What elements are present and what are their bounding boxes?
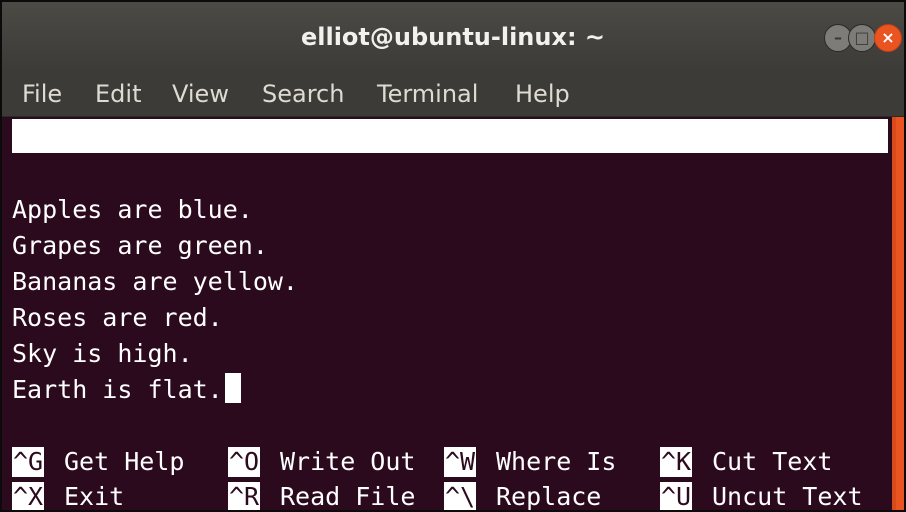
shortcut-where-is: Where Is <box>496 447 617 476</box>
text-cursor <box>224 373 241 403</box>
shortcut-replace: Replace <box>496 482 602 510</box>
text-line: Apples are blue. <box>12 195 253 224</box>
text-line: Grapes are green. <box>12 231 268 260</box>
scrollbar[interactable] <box>892 117 904 510</box>
maximize-button[interactable]: □ <box>848 24 876 52</box>
shortcut-exit: Exit <box>64 482 125 510</box>
text-line: Earth is flat. <box>12 375 223 404</box>
modified-status: Modified <box>714 223 835 252</box>
shortcut-write-out: Write Out <box>280 447 416 476</box>
terminal-area[interactable]: GNU nano 2.9.3 New Buffer Modified Apple… <box>2 117 892 510</box>
shortcut-key-replace: ^\ <box>444 482 477 510</box>
shortcut-read-file: Read File <box>280 482 416 510</box>
buffer-name: New Buffer <box>408 189 559 218</box>
menu-search[interactable]: Search <box>262 78 344 110</box>
menu-file[interactable]: File <box>22 78 62 110</box>
shortcut-key-cut-text: ^K <box>660 447 693 477</box>
shortcut-get-help: Get Help <box>64 447 185 476</box>
close-icon: × <box>881 28 895 47</box>
menu-help[interactable]: Help <box>515 78 570 110</box>
shortcut-key-get-help: ^G <box>12 447 45 477</box>
shortcut-key-exit: ^X <box>12 482 45 510</box>
close-button[interactable]: × <box>874 24 902 52</box>
menu-view[interactable]: View <box>172 78 229 110</box>
text-line: Roses are red. <box>12 303 223 332</box>
nano-version: GNU nano 2.9.3 <box>48 155 259 184</box>
title-bar[interactable]: elliot@ubuntu-linux: ~ – □ × <box>2 2 904 72</box>
nano-header: GNU nano 2.9.3 New Buffer Modified <box>12 119 888 252</box>
menu-edit[interactable]: Edit <box>95 78 141 110</box>
shortcut-key-uncut-text: ^U <box>660 482 693 510</box>
shortcut-cut-text: Cut Text <box>712 447 833 476</box>
text-line: Sky is high. <box>12 339 193 368</box>
shortcut-uncut-text: Uncut Text <box>712 482 863 510</box>
text-line: Bananas are yellow. <box>12 267 298 296</box>
menu-terminal[interactable]: Terminal <box>377 78 478 110</box>
terminal-window: elliot@ubuntu-linux: ~ – □ × File Edit V… <box>0 0 906 512</box>
minimize-icon: – <box>834 28 842 47</box>
shortcut-key-where-is: ^W <box>444 447 477 477</box>
maximize-icon: □ <box>854 28 870 47</box>
text-line-last: Earth is flat. <box>12 372 241 408</box>
shortcut-key-read-file: ^R <box>228 482 261 510</box>
menu-bar: File Edit View Search Terminal Help <box>2 72 904 117</box>
shortcut-key-write-out: ^O <box>228 447 261 477</box>
window-title: elliot@ubuntu-linux: ~ <box>300 23 606 51</box>
